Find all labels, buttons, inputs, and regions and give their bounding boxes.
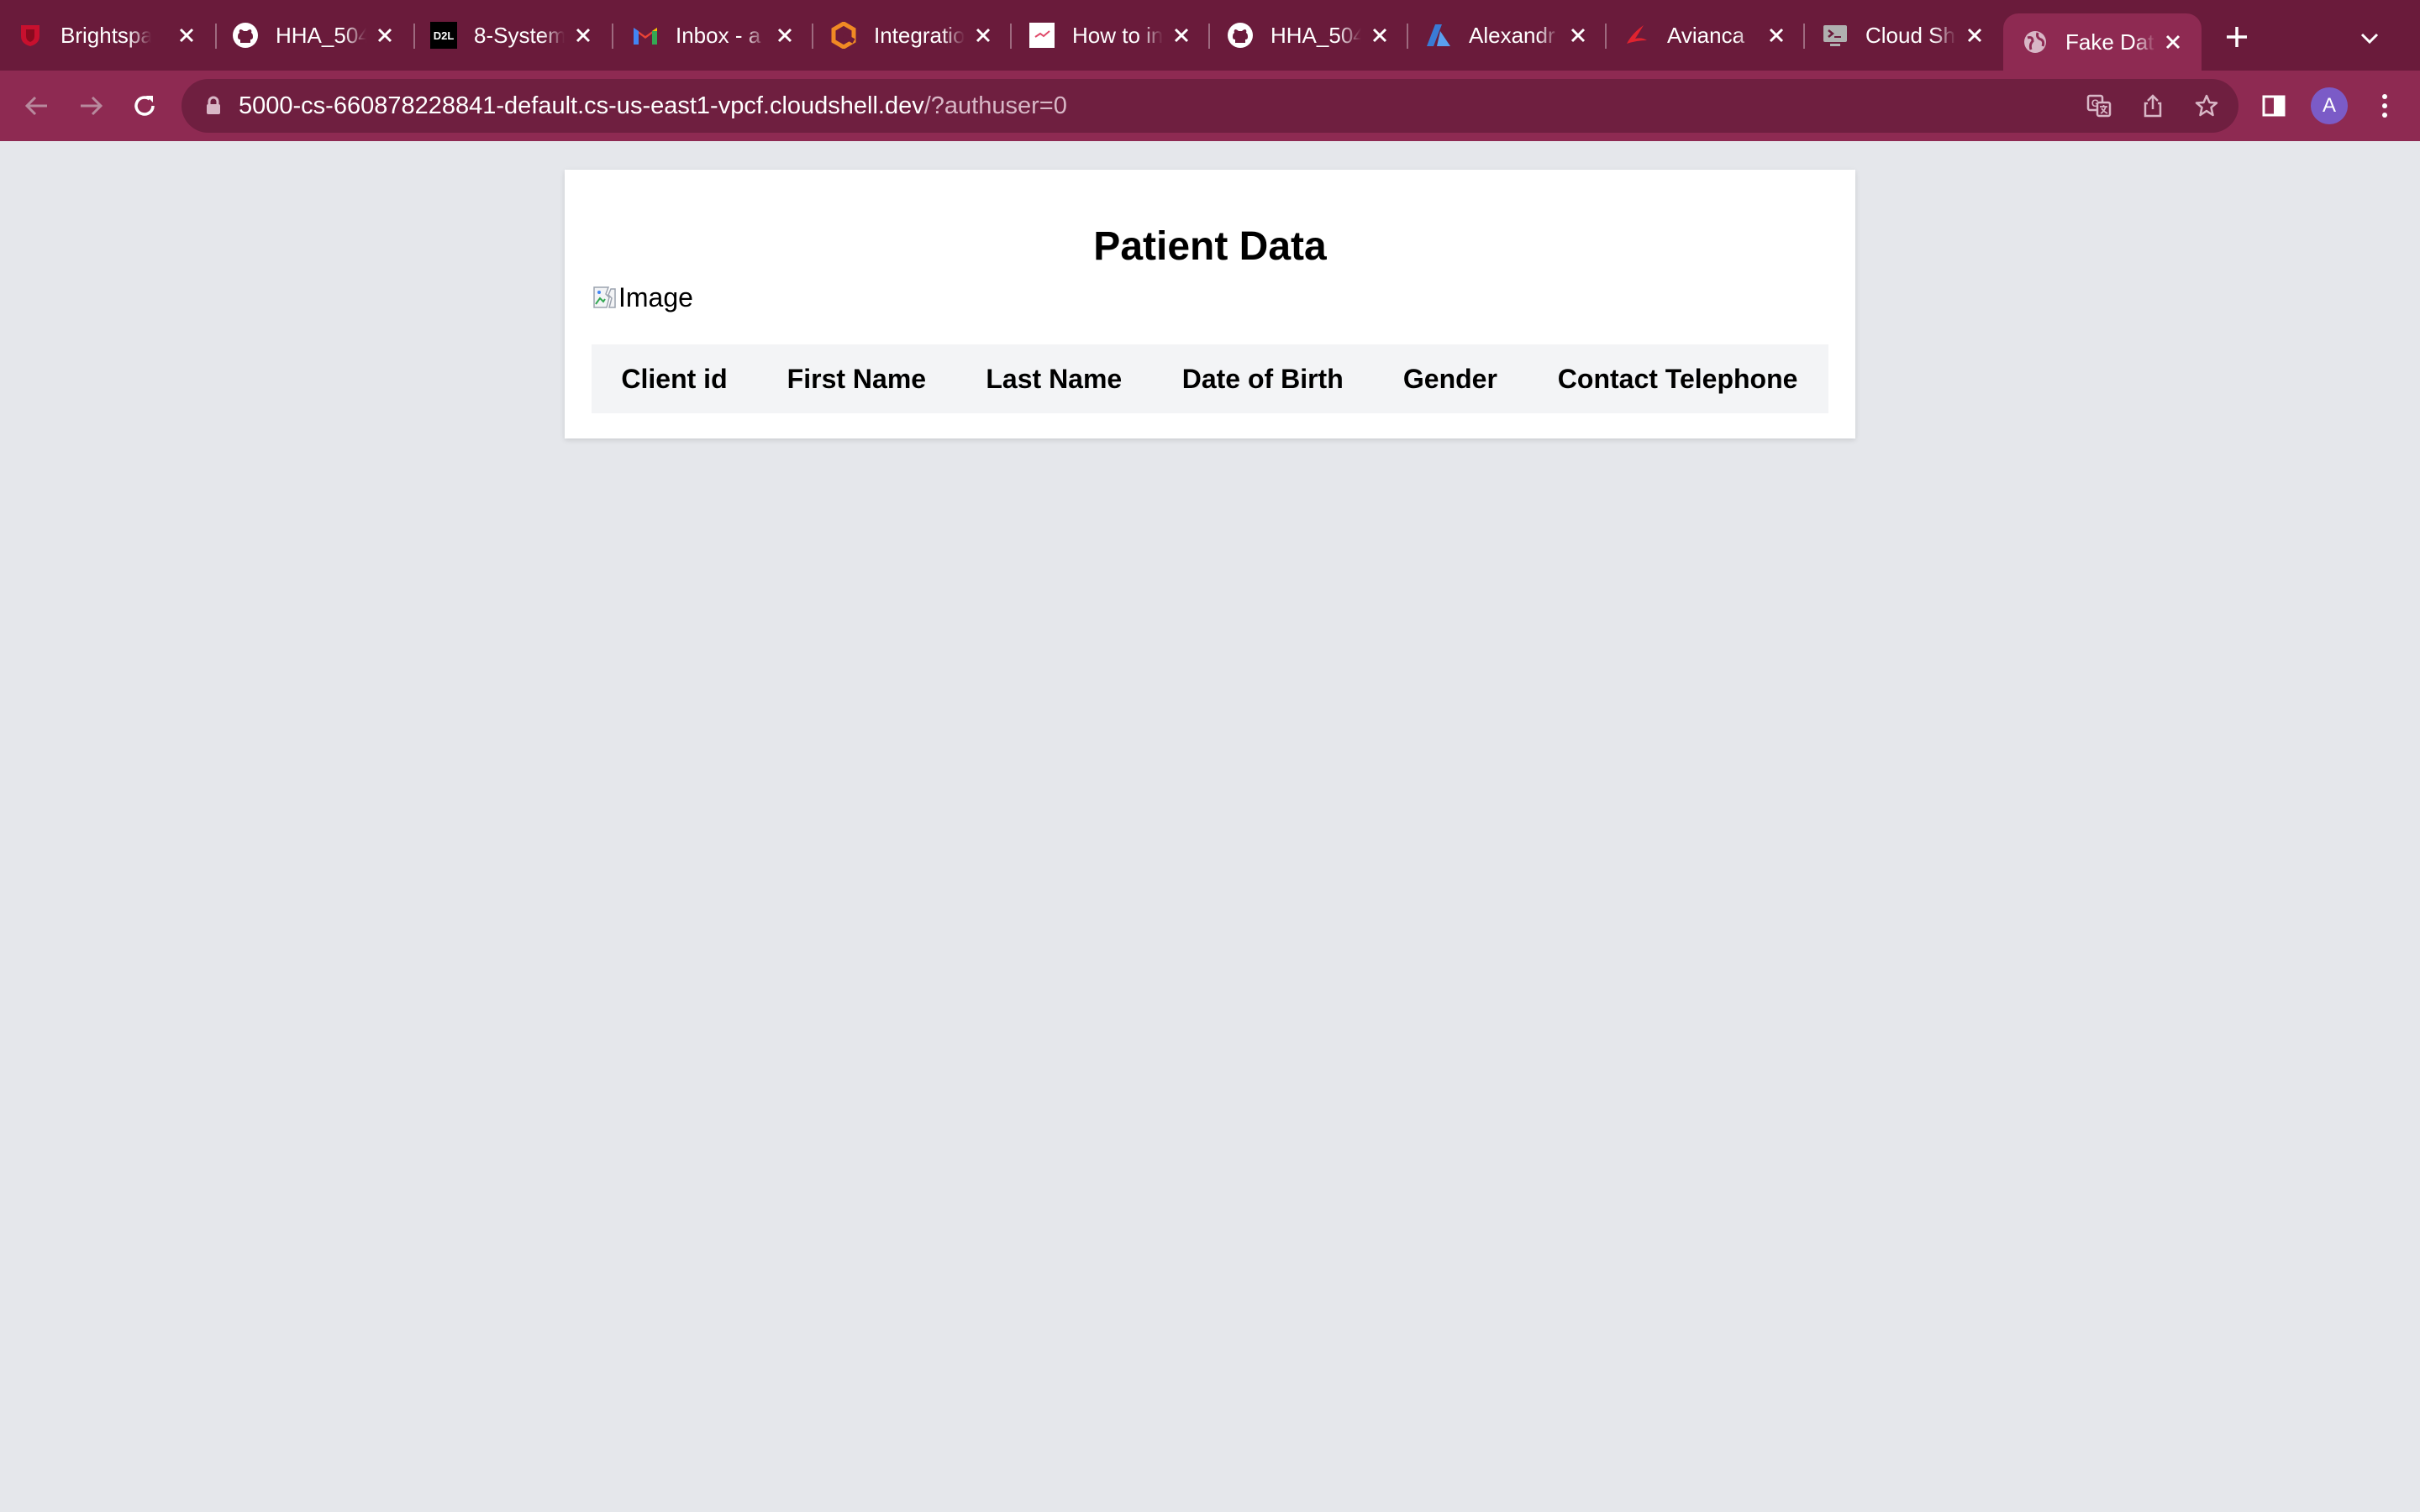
- tab-separator: [1407, 24, 1408, 49]
- tab-integration[interactable]: Integration: [830, 0, 1012, 71]
- close-icon[interactable]: [1765, 24, 1788, 47]
- tab-title: HHA_504: [276, 22, 366, 48]
- close-icon[interactable]: [2161, 30, 2185, 54]
- close-icon[interactable]: [1963, 24, 1986, 47]
- arrow-right-icon: [81, 96, 103, 116]
- image-alt-text: Image: [618, 281, 693, 312]
- close-icon[interactable]: [773, 24, 797, 47]
- tab-github-hha-2[interactable]: HHA_504: [1227, 0, 1408, 71]
- url-path: /?authuser=0: [923, 92, 1067, 119]
- menu-button[interactable]: [2368, 89, 2402, 123]
- close-icon[interactable]: [1368, 24, 1392, 47]
- reload-button[interactable]: [128, 89, 161, 123]
- cloudshell-icon: [1822, 22, 1849, 49]
- translate-button[interactable]: G: [2086, 92, 2112, 119]
- bookmark-button[interactable]: [2193, 92, 2220, 119]
- tab-separator: [612, 24, 613, 49]
- tab-strip: Brightspace HHA_504 D2L 8-System Inbox -…: [0, 0, 2420, 71]
- new-tab-button[interactable]: [2220, 20, 2254, 54]
- close-icon[interactable]: [1170, 24, 1193, 47]
- column-header-first-name: First Name: [786, 363, 927, 394]
- close-icon[interactable]: [971, 24, 995, 47]
- page-title: Patient Data: [1093, 224, 1327, 269]
- browser-toolbar: 5000-cs-660878228841-default.cs-us-east1…: [0, 71, 2420, 141]
- lock-icon: [207, 96, 220, 114]
- share-button[interactable]: [2139, 92, 2166, 119]
- column-header-client-id: Client id: [621, 363, 728, 394]
- howto-icon: [1028, 22, 1055, 49]
- tab-cloud-shell[interactable]: Cloud Sh: [1822, 0, 2003, 71]
- tab-title: Integration: [874, 22, 965, 48]
- content-card: Patient Data Image Client id First Name …: [565, 170, 1855, 438]
- share-icon: [2144, 94, 2162, 118]
- github-icon: [1227, 22, 1254, 49]
- plus-icon: [2227, 27, 2247, 47]
- tab-github-hha[interactable]: HHA_504: [232, 0, 413, 71]
- tab-separator: [812, 24, 813, 49]
- azure-icon: [1425, 22, 1452, 49]
- github-icon: [232, 22, 259, 49]
- chevron-down-icon: [2360, 33, 2379, 45]
- side-panel-icon: [2262, 95, 2286, 117]
- forward-button[interactable]: [74, 89, 108, 123]
- brightspace-icon: [17, 22, 44, 49]
- tab-title: HHA_504: [1270, 22, 1361, 48]
- tab-title: Cloud Sh: [1865, 22, 1955, 48]
- d2l-icon: D2L: [430, 22, 457, 49]
- side-panel-button[interactable]: [2257, 89, 2291, 123]
- column-header-contact-telephone: Contact Telephone: [1557, 363, 1798, 394]
- reload-icon: [134, 96, 155, 116]
- tab-title: Brightspace: [60, 22, 151, 48]
- patient-table: Client id First Name Last Name Date of B…: [592, 344, 1828, 413]
- url-host: 5000-cs-660878228841-default.cs-us-east1…: [239, 92, 924, 119]
- column-header-last-name: Last Name: [986, 363, 1123, 394]
- tab-inbox[interactable]: Inbox - a: [632, 0, 813, 71]
- tab-8-system[interactable]: D2L 8-System: [430, 0, 612, 71]
- back-button[interactable]: [20, 89, 54, 123]
- tab-brightspace[interactable]: Brightspace: [17, 0, 215, 71]
- page-viewport: Patient Data Image Client id First Name …: [0, 141, 2420, 1512]
- url-text: 5000-cs-660878228841-default.cs-us-east1…: [239, 79, 1067, 133]
- tab-separator: [413, 24, 415, 49]
- tab-avianca[interactable]: Avianca: [1623, 0, 1805, 71]
- close-icon[interactable]: [175, 24, 198, 47]
- avianca-icon: [1623, 22, 1650, 49]
- gmail-icon: [632, 22, 659, 49]
- tab-title: How to in: [1072, 22, 1163, 48]
- tab-how-to[interactable]: How to in: [1028, 0, 1210, 71]
- profile-avatar[interactable]: A: [2311, 87, 2348, 124]
- tab-fake-data[interactable]: Fake Dat: [2003, 13, 2202, 71]
- tab-separator: [1010, 24, 1012, 49]
- tab-search-button[interactable]: [2353, 22, 2386, 55]
- translate-icon: G: [2086, 94, 2112, 118]
- tab-separator: [215, 24, 217, 49]
- tab-separator: [1208, 24, 1210, 49]
- tab-title: Avianca: [1667, 22, 1745, 48]
- column-header-date-of-birth: Date of Birth: [1181, 363, 1344, 394]
- tab-title: Fake Dat: [2065, 29, 2154, 55]
- address-bar[interactable]: 5000-cs-660878228841-default.cs-us-east1…: [182, 79, 2238, 133]
- broken-image: Image: [592, 279, 693, 316]
- close-icon[interactable]: [373, 24, 397, 47]
- arrow-left-icon: [24, 96, 47, 116]
- tab-separator: [1605, 24, 1607, 49]
- close-icon[interactable]: [571, 24, 595, 47]
- tab-separator: [1803, 24, 1805, 49]
- integration-icon: [830, 22, 857, 49]
- star-icon: [2195, 94, 2218, 117]
- table-header-row: Client id First Name Last Name Date of B…: [592, 344, 1828, 413]
- d2l-favicon-text: D2L: [434, 29, 455, 42]
- tab-title: Inbox - a: [676, 22, 761, 48]
- column-header-gender: Gender: [1402, 363, 1497, 394]
- kebab-menu-icon: [2382, 94, 2387, 118]
- close-icon[interactable]: [1566, 24, 1590, 47]
- tab-title: 8-System: [474, 22, 565, 48]
- globe-icon: [2022, 29, 2049, 55]
- tab-alexandr[interactable]: Alexandr: [1425, 0, 1607, 71]
- tab-title: Alexandr: [1469, 22, 1555, 48]
- broken-image-icon: [593, 286, 616, 308]
